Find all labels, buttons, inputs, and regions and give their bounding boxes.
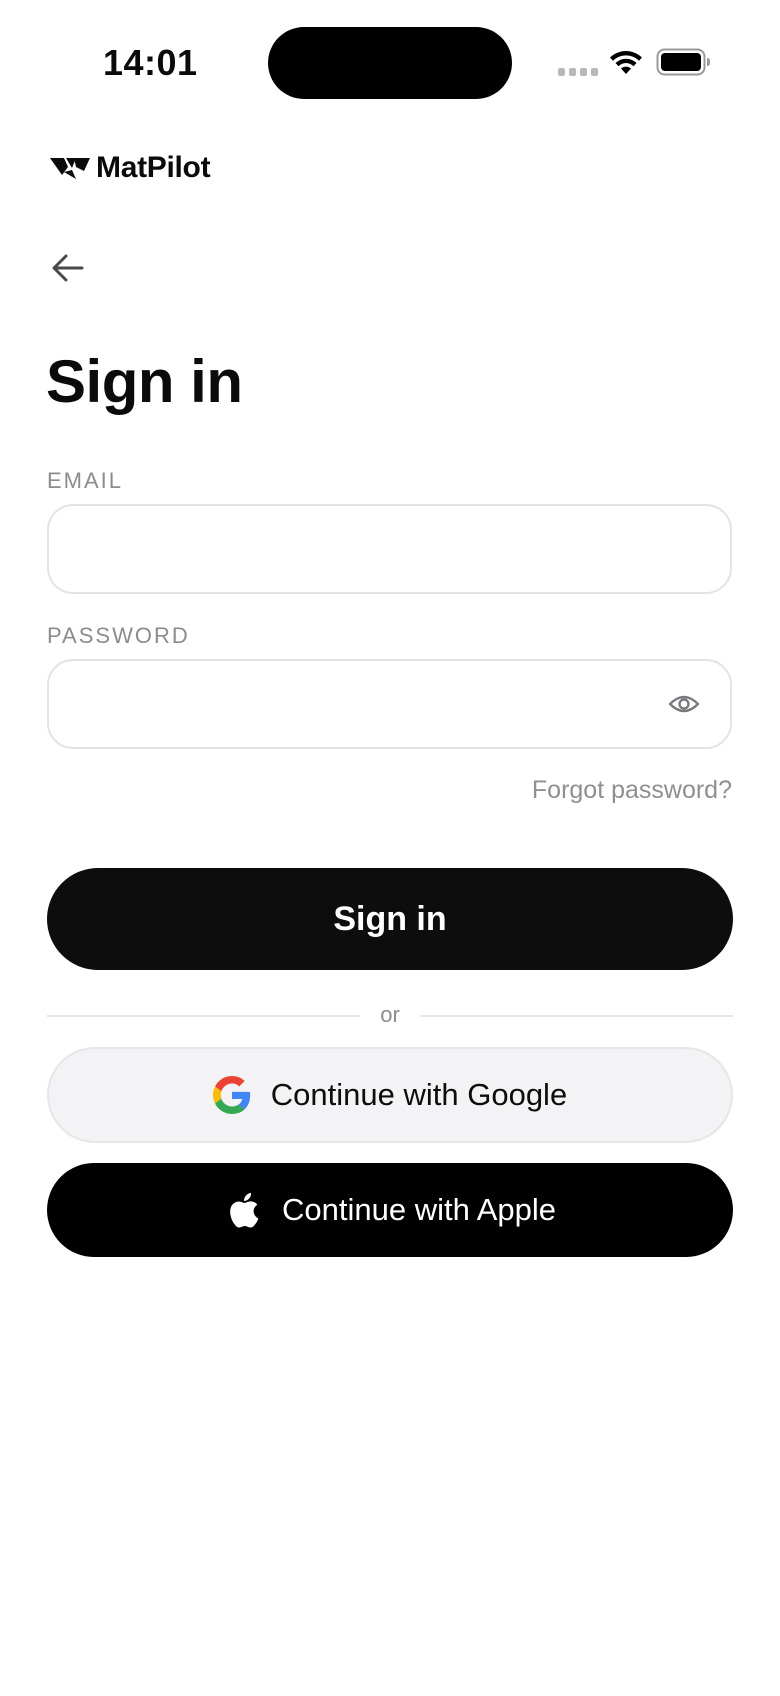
brand-name: MatPilot — [96, 151, 211, 184]
apple-icon — [230, 1192, 259, 1228]
battery-icon — [656, 48, 710, 76]
email-field-container — [47, 504, 732, 594]
email-field[interactable] — [73, 506, 657, 594]
page-title: Sign in — [46, 348, 243, 415]
signal-icon — [558, 68, 598, 76]
password-label: PASSWORD — [47, 623, 190, 648]
sign-in-button[interactable]: Sign in — [47, 868, 733, 970]
google-icon — [212, 1076, 250, 1114]
sign-in-button-label: Sign in — [333, 899, 447, 938]
brand-logo: MatPilot — [50, 148, 211, 188]
continue-with-apple-label: Continue with Apple — [281, 1192, 557, 1227]
forgot-password-link[interactable]: Forgot password? — [532, 776, 732, 805]
email-label: EMAIL — [47, 468, 124, 493]
continue-with-google-label: Continue with Google — [270, 1077, 568, 1112]
wifi-icon — [610, 51, 642, 74]
dynamic-island — [268, 27, 512, 99]
arrow-left-icon — [52, 254, 84, 282]
status-time: 14:01 — [103, 42, 198, 83]
back-button[interactable] — [44, 244, 92, 292]
continue-with-apple-button[interactable]: Continue with Apple — [47, 1163, 733, 1257]
continue-with-google-button[interactable]: Continue with Google — [47, 1047, 733, 1143]
or-divider: or — [47, 1000, 733, 1030]
password-field[interactable] — [73, 661, 657, 749]
status-bar: 14:01 — [0, 0, 780, 120]
eye-icon[interactable] — [668, 692, 700, 716]
matpilot-logo-icon — [50, 158, 90, 179]
divider-line-right — [420, 1015, 733, 1017]
password-field-container — [47, 659, 732, 749]
